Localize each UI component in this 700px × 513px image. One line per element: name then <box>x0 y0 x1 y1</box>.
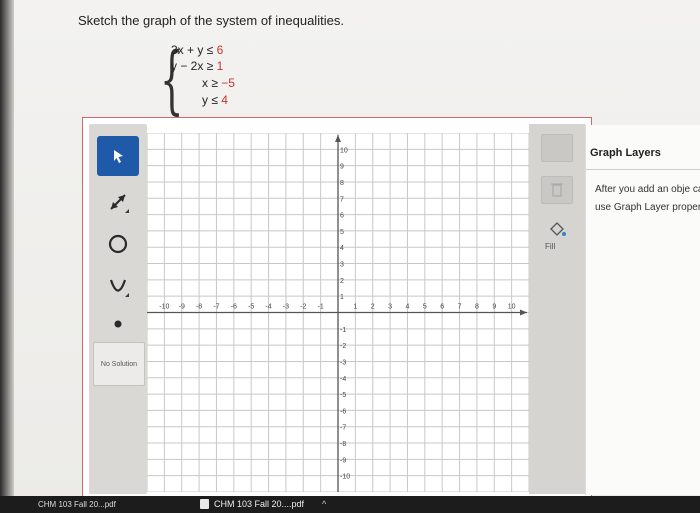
y-tick-label: -7 <box>340 425 346 432</box>
y-tick-label: 3 <box>340 262 344 269</box>
y-tick-label: -1 <box>340 327 346 334</box>
x-tick-label: -6 <box>231 304 237 311</box>
y-tick-label: 1 <box>340 294 344 301</box>
x-tick-label: -9 <box>179 304 185 311</box>
download-item-2-label: CHM 103 Fall 20....pdf <box>214 499 305 509</box>
no-solution-button[interactable]: No Solution <box>93 342 145 386</box>
x-tick-label: -5 <box>248 304 254 311</box>
inequality-1: 3x + y ≤ 6 <box>171 43 224 57</box>
pdf-icon <box>200 499 209 509</box>
point-tool-button[interactable] <box>97 304 139 344</box>
pointer-tool-button[interactable] <box>97 136 139 176</box>
y-tick-label: -10 <box>340 474 350 481</box>
x-tick-label: 6 <box>440 304 444 311</box>
fill-bucket-icon[interactable] <box>547 221 567 244</box>
x-tick-label: 4 <box>406 304 410 311</box>
x-tick-label: -10 <box>159 304 169 311</box>
x-tick-label: -1 <box>318 304 324 311</box>
y-tick-label: 8 <box>340 180 344 187</box>
divider <box>586 169 700 170</box>
coordinate-grid[interactable]: -10 -9 -8 -7 -6 -5 -4 -3 -2 -1 1 2 3 4 5 6 7 8 9 10 10 9 8 7 6 5 4… <box>147 133 529 492</box>
y-tick-label: -5 <box>340 392 346 399</box>
x-tick-label: -4 <box>265 304 271 311</box>
pointer-icon <box>114 150 123 163</box>
parabola-icon <box>109 279 129 297</box>
chevron-up-icon[interactable]: ^ <box>322 499 326 509</box>
undo-button[interactable] <box>541 134 573 162</box>
drawing-toolbar: No Solution <box>89 124 147 494</box>
x-tick-label: 7 <box>458 304 462 311</box>
y-tick-label: 4 <box>340 245 344 252</box>
inequality-system: { 3x + y ≤ 6 y − 2x ≥ 1 x ≥ −5 y ≤ 4 <box>160 43 270 117</box>
y-tick-label: -9 <box>340 457 346 464</box>
download-bar: CHM 103 Fall 20...pdf CHM 103 Fall 20...… <box>0 496 700 513</box>
y-tick-label: -3 <box>340 359 346 366</box>
circle-tool-button[interactable] <box>97 224 139 264</box>
y-tick-label: 6 <box>340 213 344 220</box>
x-tick-label: 10 <box>508 304 516 311</box>
ray-line-tool-button[interactable] <box>97 182 139 222</box>
y-tick-label: -2 <box>340 343 346 350</box>
parabola-tool-button[interactable] <box>97 266 139 306</box>
x-tick-label: 1 <box>353 304 357 311</box>
y-tick-label: -6 <box>340 408 346 415</box>
right-toolbar: Fill <box>529 124 585 494</box>
graph-layers-help-text: After you add an obje can use Graph Laye… <box>595 184 700 213</box>
download-item-1[interactable]: CHM 103 Fall 20...pdf <box>38 500 116 509</box>
graph-layers-panel: Graph Layers After you add an obje can u… <box>585 125 700 495</box>
inequality-3: x ≥ −5 <box>202 76 235 90</box>
inequality-4: y ≤ 4 <box>202 93 228 107</box>
x-tick-label: 3 <box>388 304 392 311</box>
x-tick-label: 5 <box>423 304 427 311</box>
trash-icon <box>551 183 563 197</box>
x-tick-label: -3 <box>283 304 289 311</box>
y-tick-label: 7 <box>340 196 344 203</box>
y-tick-label: 2 <box>340 278 344 285</box>
graph-layers-title: Graph Layers <box>590 147 661 159</box>
line-arrow-icon <box>110 194 129 213</box>
y-tick-label: 9 <box>340 164 344 171</box>
y-tick-label: 10 <box>340 147 348 154</box>
y-tick-label: -8 <box>340 441 346 448</box>
x-tick-label: 2 <box>371 304 375 311</box>
x-tick-label: 9 <box>492 304 496 311</box>
y-tick-label: -4 <box>340 376 346 383</box>
fill-label: Fill <box>545 242 556 251</box>
inequality-2: y − 2x ≥ 1 <box>171 59 224 73</box>
question-prompt: Sketch the graph of the system of inequa… <box>78 13 344 28</box>
page: Sketch the graph of the system of inequa… <box>0 0 700 513</box>
circle-icon <box>108 234 128 254</box>
x-tick-label: -7 <box>213 304 219 311</box>
y-tick-label: 5 <box>340 229 344 236</box>
delete-button[interactable] <box>541 176 573 204</box>
screen-edge <box>0 0 14 513</box>
x-tick-label: 8 <box>475 304 479 311</box>
point-icon <box>114 320 122 328</box>
download-item-2[interactable]: CHM 103 Fall 20....pdf <box>200 499 304 509</box>
x-tick-label: -8 <box>196 304 202 311</box>
x-tick-label: -2 <box>300 304 306 311</box>
